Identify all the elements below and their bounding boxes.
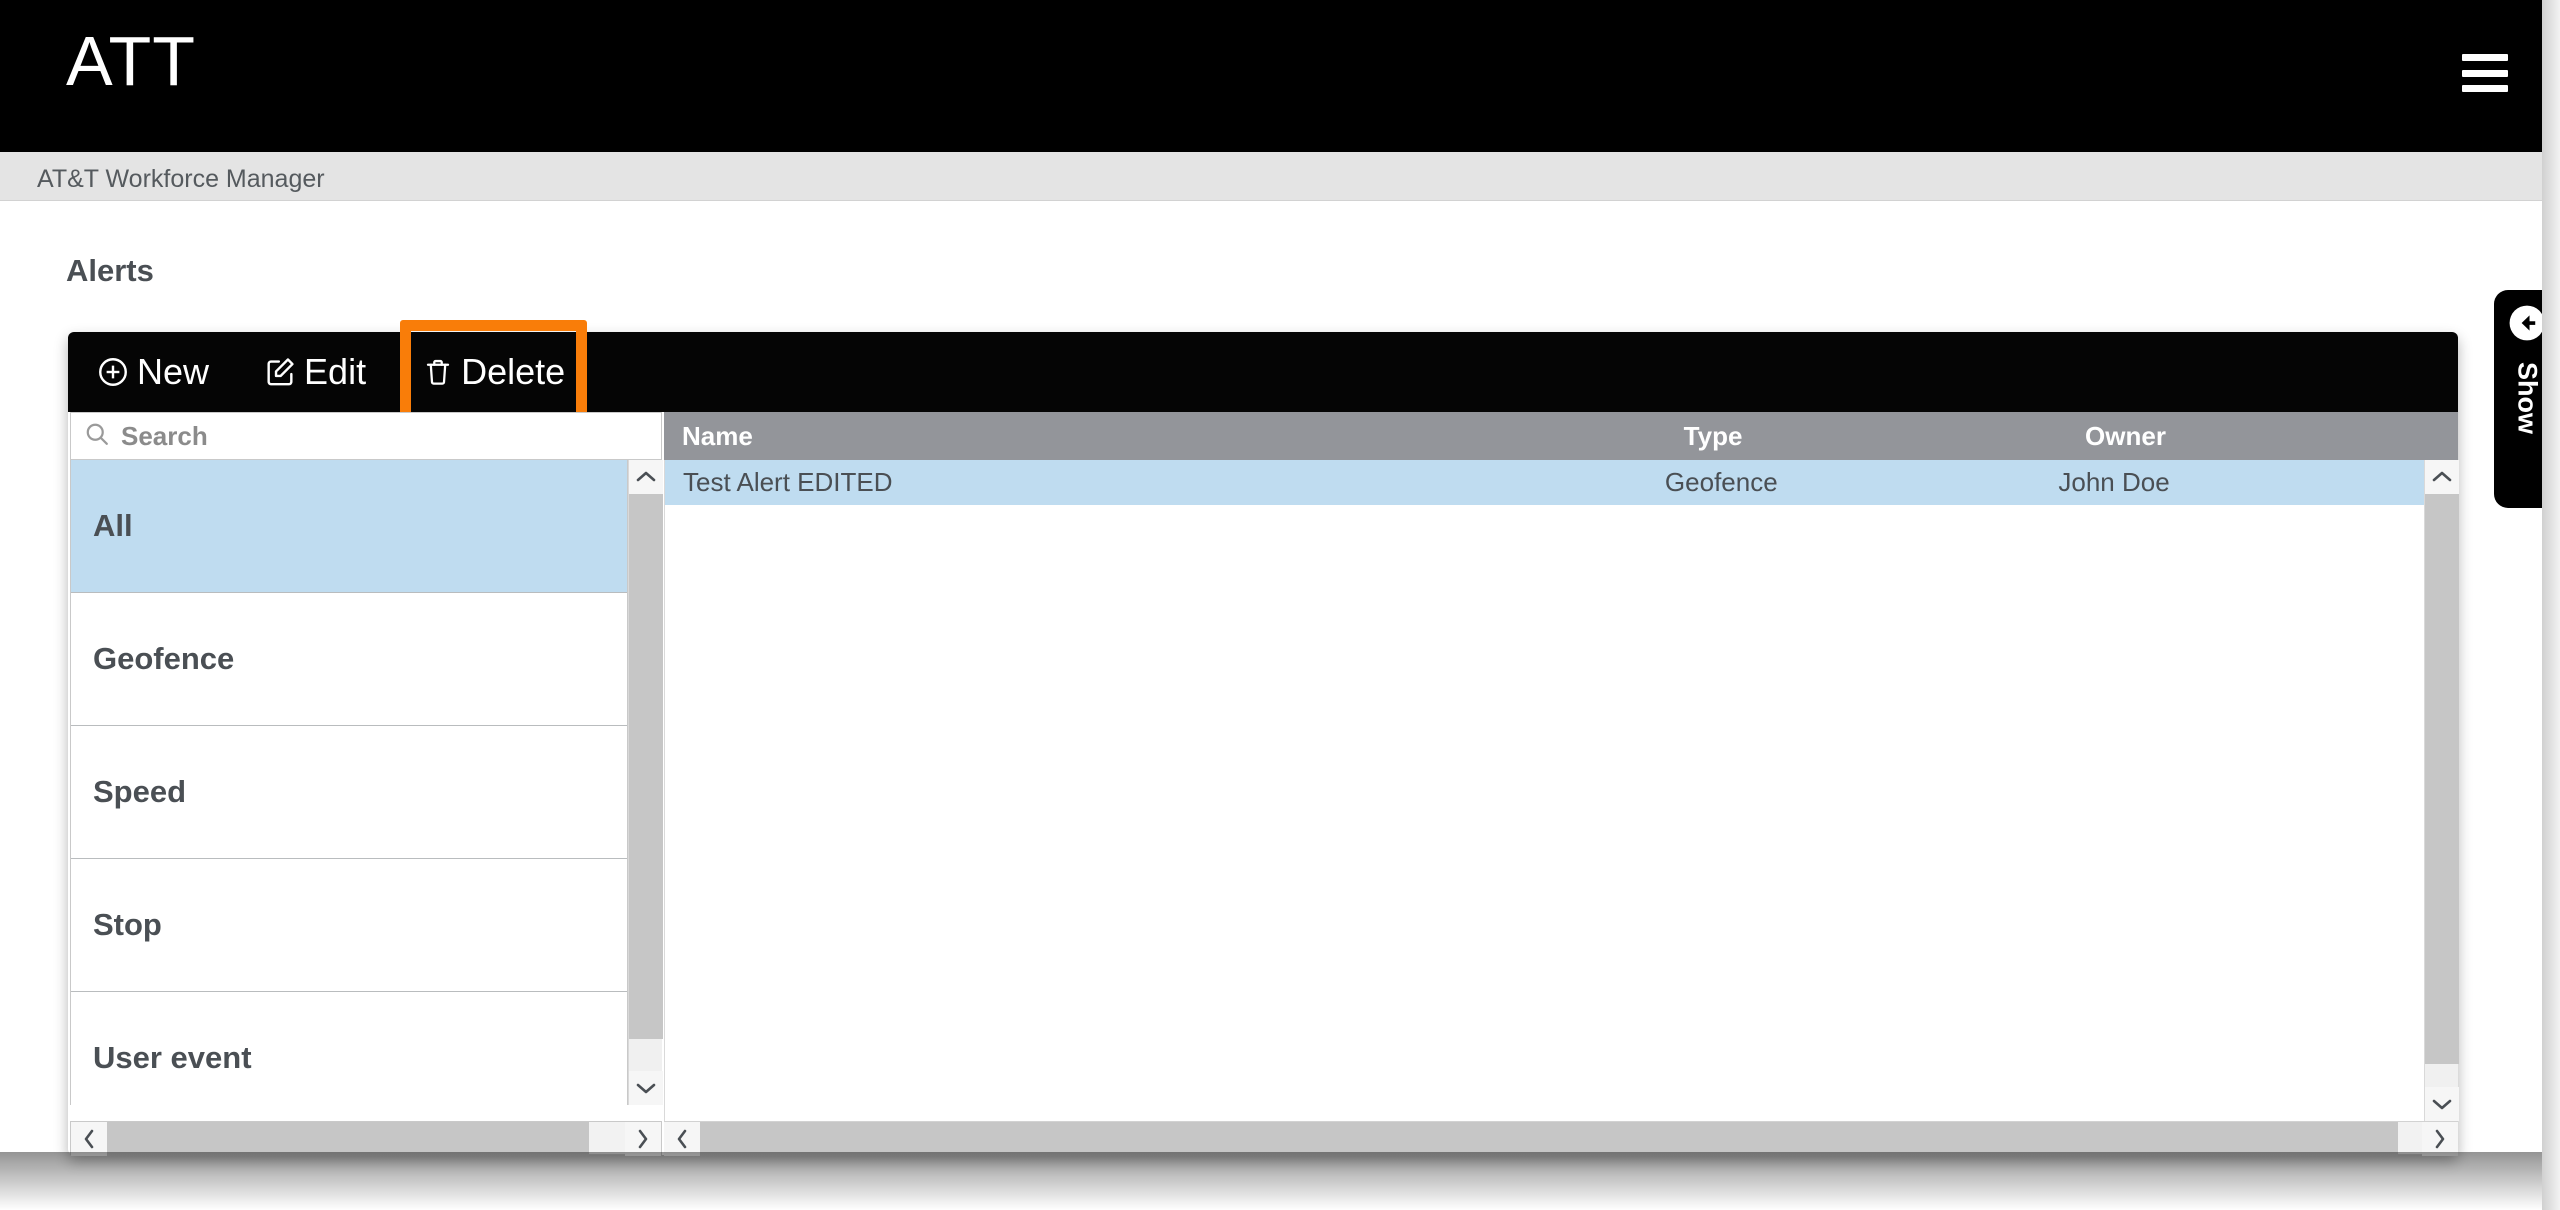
scroll-up-icon[interactable] [2425,460,2459,494]
table-row[interactable]: Test Alert EDITED Geofence John Doe [665,460,2424,505]
delete-button-label: Delete [461,350,566,392]
category-item-all[interactable]: All [71,460,627,593]
category-vertical-scrollbar[interactable] [628,460,663,1105]
search-input-wrapper[interactable]: Search [70,412,662,460]
app-root: ATT AT&T Workforce Manager Alerts New Ed… [0,0,2560,1210]
page-scrollbar[interactable] [2542,0,2560,1210]
top-header-bar: ATT [0,0,2560,152]
category-item-stop[interactable]: Stop [71,859,627,992]
page-title: Alerts [66,253,154,288]
cell-owner: John Doe [2058,467,2170,497]
scroll-thumb[interactable] [2425,494,2459,1064]
trash-icon [422,355,454,389]
search-icon [83,420,111,453]
cell-name: Test Alert EDITED [683,467,893,497]
panel-toolbar: New Edit Delete [68,319,2458,424]
category-item-speed[interactable]: Speed [71,726,627,859]
column-header-name[interactable]: Name [664,421,1684,452]
category-label: User event [93,1040,252,1075]
hamburger-bar [2462,54,2508,61]
scroll-left-icon[interactable] [71,1122,107,1156]
column-header-owner[interactable]: Owner [2085,421,2458,452]
breadcrumb[interactable]: AT&T Workforce Manager [37,165,325,194]
scroll-thumb[interactable] [629,494,663,1039]
arrow-left-circle-icon [2508,304,2546,342]
new-button-label: New [137,351,210,392]
breadcrumb-bar: AT&T Workforce Manager [0,152,2560,201]
scroll-left-icon[interactable] [664,1122,700,1156]
delete-button-highlight: Delete [400,319,588,424]
scroll-right-icon[interactable] [625,1122,661,1156]
category-label: All [93,508,133,543]
scroll-down-icon[interactable] [2425,1087,2459,1121]
category-horizontal-scrollbar[interactable] [70,1121,662,1156]
new-button[interactable]: New [86,342,219,402]
edit-button[interactable]: Edit [253,342,376,402]
scroll-down-icon[interactable] [629,1071,663,1105]
grid-body: Test Alert EDITED Geofence John Doe [664,460,2424,1121]
scroll-right-icon[interactable] [2422,1122,2458,1156]
cell-type: Geofence [1664,467,1778,497]
plus-circle-icon [96,355,130,389]
pencil-square-icon [263,355,297,389]
hamburger-menu-icon[interactable] [2462,54,2508,92]
hamburger-bar [2462,85,2508,92]
show-panel-tab-label: Show [2512,362,2543,434]
panel-body: Search All Geofence Speed Stop User even… [68,412,2459,1156]
edit-button-label: Edit [304,351,367,392]
grid-header-row: Name Type Owner [664,412,2458,460]
column-header-type[interactable]: Type [1684,421,2085,452]
category-label: Stop [93,907,162,942]
category-label: Speed [93,774,187,809]
brand-logo[interactable]: ATT [66,26,196,96]
category-list: All Geofence Speed Stop User event [70,460,628,1105]
scroll-thumb[interactable] [107,1122,589,1156]
page-bottom-shadow [0,1152,2542,1210]
scroll-thumb[interactable] [700,1122,2398,1156]
search-input-placeholder: Search [121,420,208,451]
category-pane: Search All Geofence Speed Stop User even… [68,412,663,1156]
hamburger-bar [2462,69,2508,77]
delete-button[interactable]: Delete [422,342,565,402]
category-item-geofence[interactable]: Geofence [71,593,627,726]
category-item-user-event[interactable]: User event [71,992,627,1105]
alerts-grid-pane: Name Type Owner Test Alert EDITED Geofen… [664,412,2459,1156]
grid-horizontal-scrollbar[interactable] [664,1121,2458,1156]
alerts-panel: New Edit Delete Search All Geofence Spee… [68,319,2459,1156]
scroll-up-icon[interactable] [629,460,663,494]
category-label: Geofence [93,641,235,676]
grid-vertical-scrollbar[interactable] [2424,460,2459,1121]
